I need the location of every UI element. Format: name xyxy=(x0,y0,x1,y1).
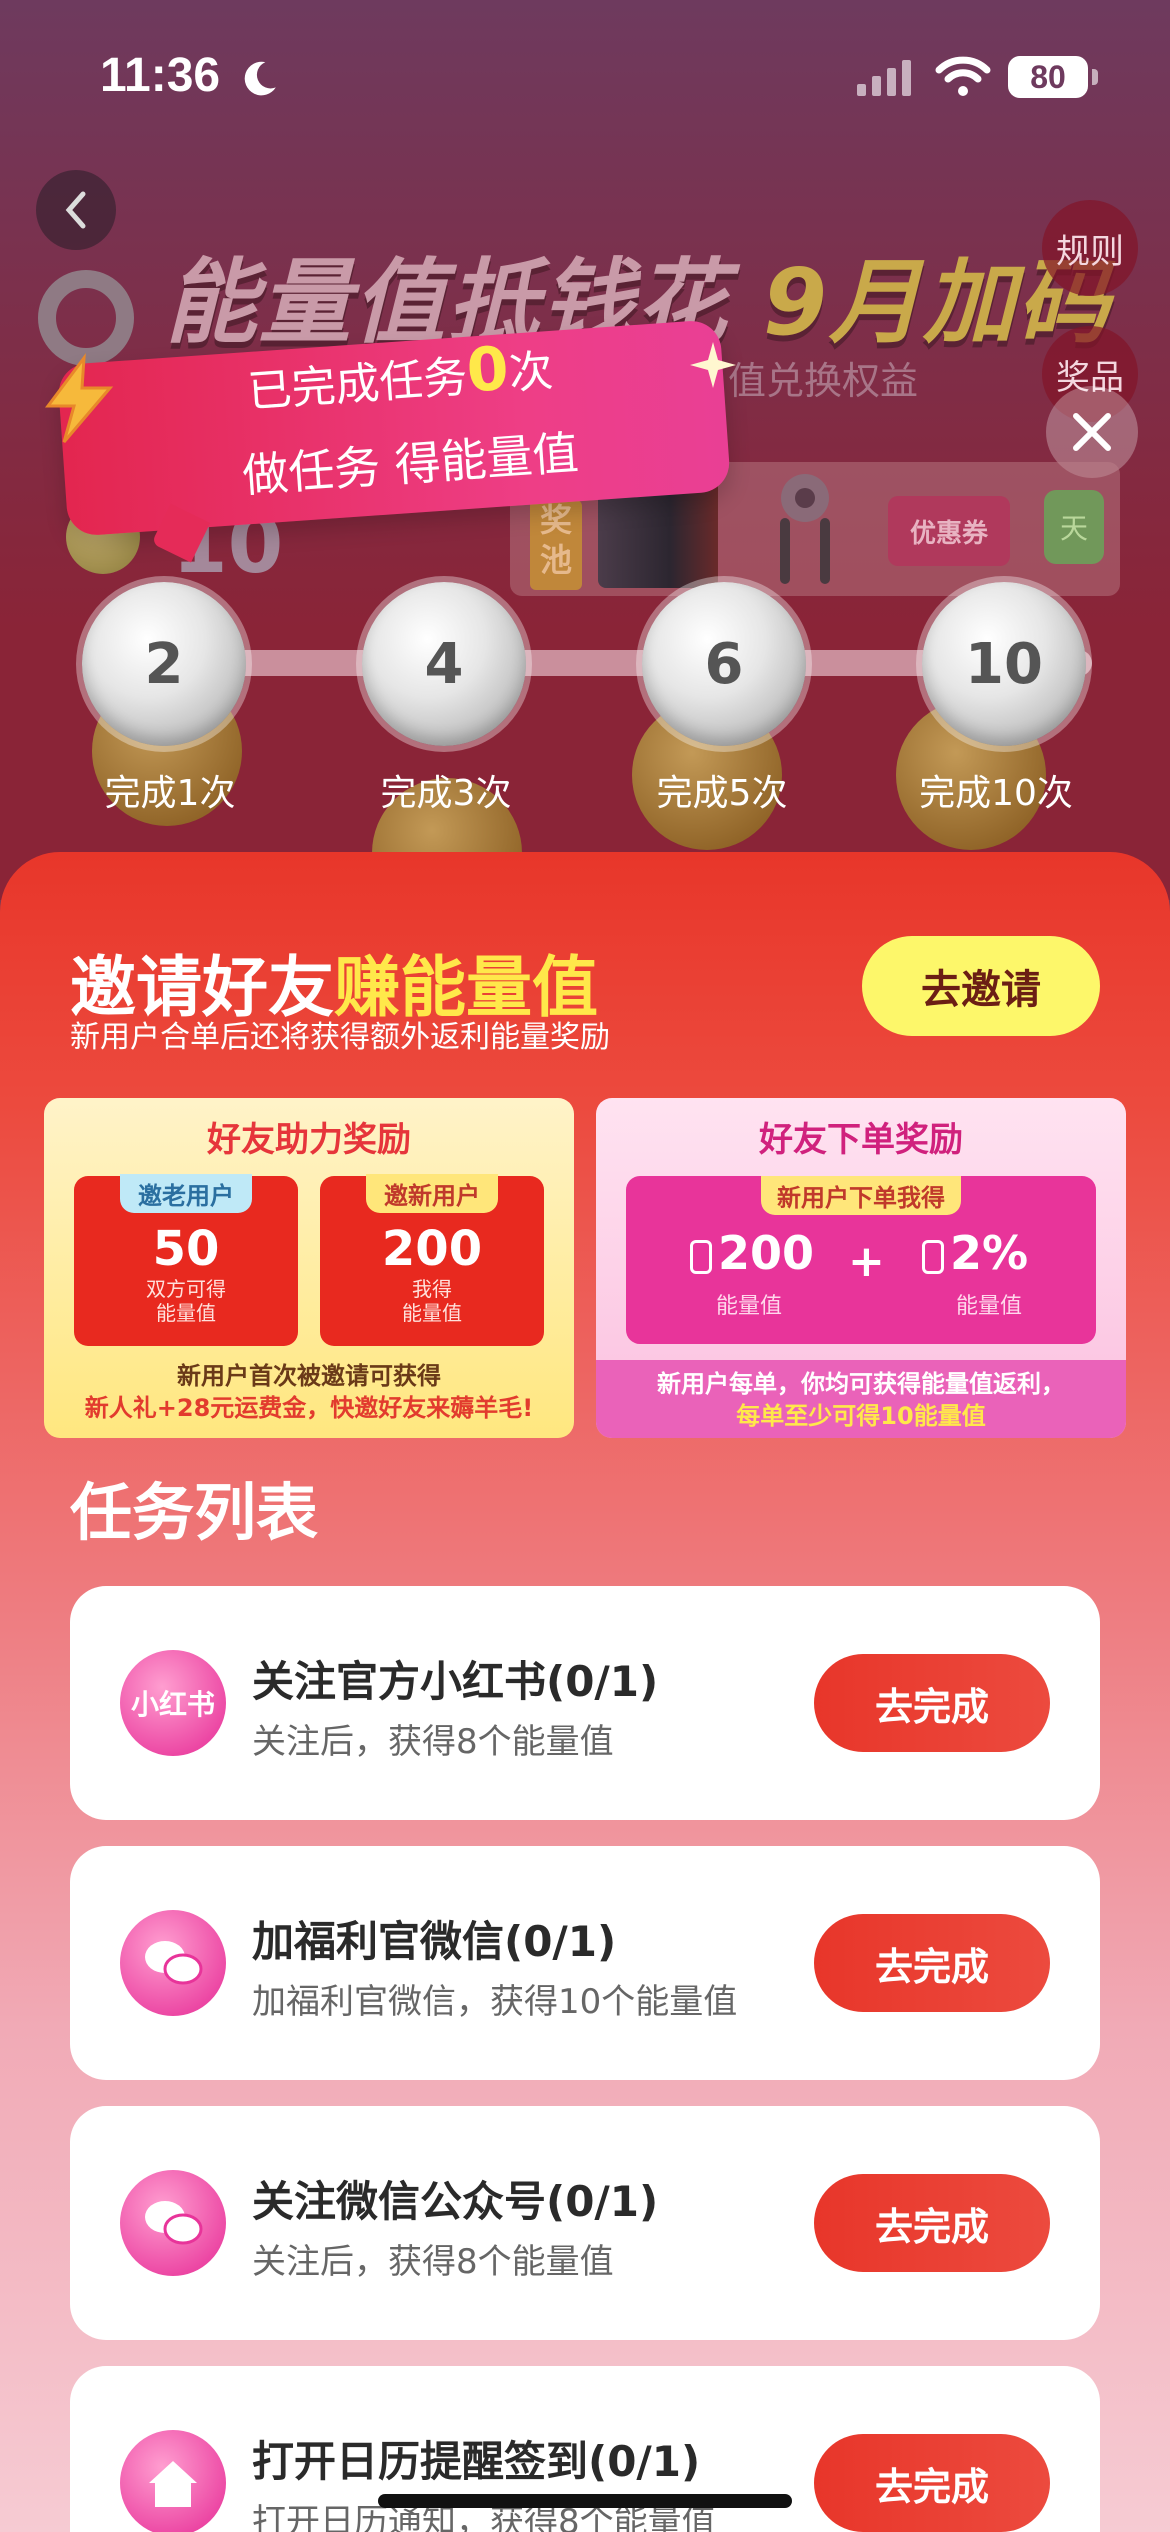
task-name: 加福利官微信(0/1) xyxy=(252,1917,617,1966)
energy-bottle-icon xyxy=(922,1239,944,1274)
calendar-home-icon xyxy=(120,2430,226,2532)
invite-subtitle: 新用户合单后还将获得额外返利能量奖励 xyxy=(70,1020,610,1055)
task-desc: 加福利官微信，获得10个能量值 xyxy=(252,1982,738,2022)
sparkle-icon xyxy=(690,342,736,388)
lightning-bolt-icon xyxy=(45,353,114,443)
energy-bottle-icon xyxy=(690,1239,712,1274)
home-indicator xyxy=(378,2494,792,2508)
task-name: 关注官方小红书(0/1) xyxy=(252,1657,659,1706)
task-row: 小红书 关注官方小红书(0/1) 关注后，获得8个能量值 去完成 xyxy=(70,1586,1100,1820)
old-user-tag: 邀老用户 xyxy=(120,1174,252,1213)
help-note: 新用户首次被邀请可获得 新人礼+28元运费金，快邀好友来薅羊毛! xyxy=(44,1360,574,1424)
task-name: 关注微信公众号(0/1) xyxy=(252,2177,659,2226)
order-note-line2: 每单至少可得10能量值 xyxy=(736,1402,986,1430)
milestone-reward: 2 xyxy=(82,582,246,746)
task-name: 打开日历提醒签到(0/1) xyxy=(252,2437,701,2486)
old-user-value: 50 xyxy=(152,1221,220,1277)
new-user-tag: 邀新用户 xyxy=(366,1174,498,1213)
milestone-reward: 6 xyxy=(642,582,806,746)
tasks-sheet: 邀请好友赚能量值 新用户合单后还将获得额外返利能量奖励 去邀请 好友助力奖励 邀… xyxy=(0,852,1170,2532)
new-user-desc-2: 能量值 xyxy=(402,1301,462,1325)
home-glyph xyxy=(149,2461,197,2507)
task-complete-button[interactable]: 去完成 xyxy=(814,1914,1050,2012)
battery-indicator: 80 xyxy=(1008,56,1098,98)
wechat-glyph xyxy=(145,2201,203,2245)
status-bar: 11:36 80 xyxy=(0,0,1170,150)
coupon-tag: 优惠券 xyxy=(888,496,1010,566)
banner-suffix: 次 xyxy=(507,345,555,400)
order-value-right-text: 2% xyxy=(950,1226,1029,1280)
order-value-left-desc: 能量值 xyxy=(716,1294,783,1319)
milestone-label: 完成3次 xyxy=(380,773,512,814)
order-reward-box: 新用户下单我得 200 能量值 + 2% 能量值 xyxy=(626,1176,1096,1344)
order-reward-tag: 新用户下单我得 xyxy=(761,1176,961,1215)
help-note-line1: 新用户首次被邀请可获得 xyxy=(177,1362,441,1390)
wifi-icon xyxy=(935,56,991,96)
order-value-right-desc: 能量值 xyxy=(956,1294,1023,1319)
milestone-label: 完成5次 xyxy=(656,773,788,814)
new-user-desc-1: 我得 xyxy=(412,1277,452,1301)
task-complete-button[interactable]: 去完成 xyxy=(814,2174,1050,2272)
milestone-reward: 10 xyxy=(922,582,1086,746)
task-list-title: 任务列表 xyxy=(70,1476,319,1549)
new-user-value: 200 xyxy=(381,1221,483,1277)
close-icon xyxy=(1073,413,1111,451)
wechat-glyph xyxy=(145,1941,203,1985)
help-note-line2: 新人礼+28元运费金，快邀好友来薅羊毛! xyxy=(84,1394,534,1422)
moon-icon xyxy=(244,61,276,96)
chevron-left-icon xyxy=(65,191,86,229)
signal-icon xyxy=(857,60,911,96)
task-desc: 关注后，获得8个能量值 xyxy=(252,2242,614,2282)
green-prize-tag: 天 xyxy=(1044,490,1104,564)
order-value-left: 200 xyxy=(690,1226,814,1280)
xiaohongshu-icon: 小红书 xyxy=(120,1650,226,1756)
invite-old-user-box: 邀老用户 50 双方可得 能量值 xyxy=(74,1174,298,1346)
banner-prefix: 已完成任务 xyxy=(246,351,470,418)
completed-count: 0 xyxy=(464,333,511,407)
milestone-label: 完成10次 xyxy=(919,773,1073,814)
old-user-desc-1: 双方可得 xyxy=(146,1277,226,1301)
invite-new-user-box: 邀新用户 200 我得 能量值 xyxy=(320,1174,544,1346)
plus-sign: + xyxy=(848,1236,885,1287)
friend-order-reward-card[interactable]: 好友下单奖励 新用户下单我得 200 能量值 + 2% 能量值 新用户每单，你均… xyxy=(596,1098,1126,1438)
milestone-reward: 4 xyxy=(362,582,526,746)
card-title: 好友助力奖励 xyxy=(207,1120,411,1160)
card-title: 好友下单奖励 xyxy=(759,1120,963,1160)
invite-button[interactable]: 去邀请 xyxy=(862,936,1100,1036)
old-user-desc-2: 能量值 xyxy=(156,1301,216,1325)
task-complete-button[interactable]: 去完成 xyxy=(814,1654,1050,1752)
order-value-left-text: 200 xyxy=(718,1226,815,1280)
rules-button[interactable]: 规则 xyxy=(1042,200,1138,296)
wechat-icon xyxy=(120,2170,226,2276)
task-row: 加福利官微信(0/1) 加福利官微信，获得10个能量值 去完成 xyxy=(70,1846,1100,2080)
hair-dryer-image xyxy=(780,474,830,584)
order-note-line1: 新用户每单，你均可获得能量值返利， xyxy=(657,1370,1065,1398)
task-desc: 关注后，获得8个能量值 xyxy=(252,1722,614,1762)
order-note: 新用户每单，你均可获得能量值返利， 每单至少可得10能量值 xyxy=(596,1360,1126,1438)
status-time: 11:36 xyxy=(100,49,221,102)
prize-pool-label: 奖池 xyxy=(530,500,582,590)
milestone-label: 完成1次 xyxy=(104,773,236,814)
promo-subtitle: 值兑换权益 xyxy=(728,359,919,403)
friend-help-reward-card[interactable]: 好友助力奖励 邀老用户 50 双方可得 能量值 邀新用户 200 我得 能量值 … xyxy=(44,1098,574,1438)
task-row: 关注微信公众号(0/1) 关注后，获得8个能量值 去完成 xyxy=(70,2106,1100,2340)
order-value-right: 2% xyxy=(922,1226,1028,1280)
task-complete-button[interactable]: 去完成 xyxy=(814,2434,1050,2532)
wechat-icon xyxy=(120,1910,226,2016)
back-button[interactable] xyxy=(36,170,116,250)
